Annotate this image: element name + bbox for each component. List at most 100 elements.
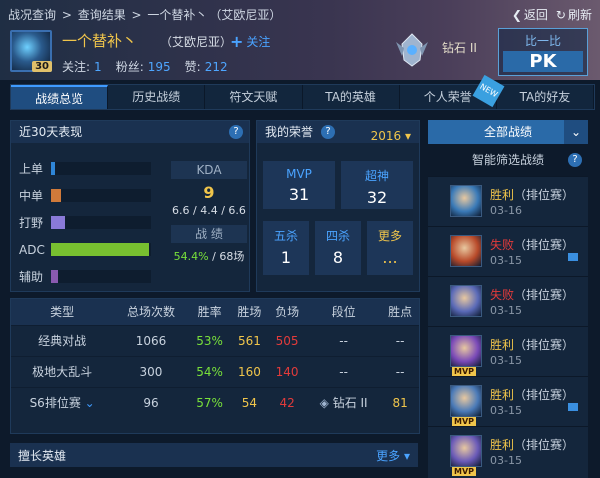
- role-bar: [51, 270, 151, 283]
- match-item[interactable]: MVP 胜利（排位赛） 03-15: [428, 326, 588, 378]
- recent-performance-panel: 近30天表现 ? 上单 中单 打野 ADC 辅助 KDA 9 6.6 / 4.4 / 6…: [10, 120, 250, 292]
- role-bar-fill: [51, 216, 65, 229]
- match-item[interactable]: 失败（排位赛） 03-15: [428, 226, 588, 278]
- role-bar-fill: [51, 162, 55, 175]
- match-date: 03-15: [490, 404, 522, 417]
- match-result: 胜利: [490, 338, 515, 352]
- panel-title: 我的荣誉: [265, 125, 314, 139]
- match-date: 03-15: [490, 304, 522, 317]
- table-row: 经典对战 1066 53% 561 505 -- --: [11, 324, 419, 356]
- plus-icon: +: [230, 32, 244, 51]
- role-bar: [51, 243, 151, 256]
- match-mode: （排位赛）: [514, 288, 575, 302]
- help-icon[interactable]: ?: [321, 125, 335, 139]
- match-date: 03-15: [490, 354, 522, 367]
- breadcrumb-item[interactable]: 战况查询: [8, 8, 56, 22]
- rank-mini-icon: ◈: [319, 396, 329, 411]
- best-heroes-title: 擅长英雄: [18, 449, 67, 463]
- match-result: 胜利: [490, 438, 515, 452]
- role-bar-fill: [51, 189, 61, 202]
- role-name: 打野: [19, 216, 44, 230]
- match-item[interactable]: 胜利（排位赛） 03-16: [428, 176, 588, 228]
- honor-more[interactable]: 更多 ...: [367, 221, 413, 275]
- rank-emblem-icon: [396, 33, 428, 67]
- champion-icon: [450, 185, 482, 217]
- profile-tabs: 战绩总览 历史战绩 符文天赋 TA的英雄 个人荣誉 NEW TA的好友: [10, 74, 595, 110]
- role-bar-fill: [51, 243, 149, 256]
- tab-overview[interactable]: 战绩总览: [11, 85, 109, 109]
- smart-filter[interactable]: 智能筛选战绩 ?: [428, 148, 588, 172]
- fans-count: 195: [147, 60, 171, 74]
- honors-panel: 我的荣誉 ? 2016 ▾ MVP 31 超神 32 五杀 1 四杀 8 更多 …: [256, 120, 420, 292]
- games-count: / 68场: [212, 250, 245, 263]
- match-item[interactable]: 失败（排位赛） 03-15: [428, 276, 588, 328]
- champion-icon: [450, 435, 482, 467]
- match-mode: （排位赛）: [514, 388, 575, 402]
- tab-heroes[interactable]: TA的英雄: [303, 85, 400, 109]
- profile-header: 战况查询 > 查询结果 > 一个替补丶 （艾欧尼亚） ❮ 返回 ↻ 刷新 30 一…: [0, 0, 600, 80]
- honor-legendary[interactable]: 超神 32: [341, 161, 413, 209]
- honor-pentakill[interactable]: 五杀 1: [263, 221, 309, 275]
- chevron-down-icon[interactable]: ⌄: [564, 120, 588, 144]
- champion-icon: [450, 385, 482, 417]
- table-row: 极地大乱斗 300 54% 160 140 -- --: [11, 355, 419, 387]
- champion-icon: [450, 285, 482, 317]
- pk-button[interactable]: 比一比 PK: [498, 28, 588, 76]
- match-item[interactable]: MVP 胜利（排位赛） 03-15: [428, 426, 588, 478]
- back-button[interactable]: ❮ 返回: [512, 6, 548, 23]
- match-mode: （排位赛）: [514, 238, 575, 252]
- col-header: 总场次数: [113, 299, 189, 325]
- chevron-down-icon[interactable]: ⌄: [85, 396, 95, 410]
- tab-runes[interactable]: 符文天赋: [205, 85, 303, 109]
- match-date: 03-16: [490, 204, 522, 217]
- tab-honors[interactable]: 个人荣誉 NEW: [400, 74, 505, 109]
- role-row: 打野: [19, 209, 151, 236]
- role-bar: [51, 189, 151, 202]
- stats-table: 类型 总场次数 胜率 胜场 负场 段位 胜点 经典对战 1066 53% 561…: [11, 299, 419, 418]
- likes-count: 212: [204, 60, 228, 74]
- best-heroes-bar: 擅长英雄 更多 ▾: [10, 443, 418, 467]
- refresh-icon: ↻: [555, 7, 566, 22]
- panel-title: 近30天表现: [19, 125, 83, 139]
- level-badge: 30: [32, 61, 52, 72]
- year-select[interactable]: 2016 ▾: [371, 125, 411, 147]
- kda-value: 9: [203, 183, 215, 202]
- match-mode: （排位赛）: [514, 438, 575, 452]
- tab-history[interactable]: 历史战绩: [108, 85, 206, 109]
- help-icon[interactable]: ?: [568, 153, 582, 167]
- match-mode: （排位赛）: [514, 338, 575, 352]
- match-mode: （排位赛）: [514, 188, 575, 202]
- breadcrumb-item[interactable]: 查询结果: [78, 8, 126, 22]
- role-name: ADC: [19, 242, 45, 257]
- refresh-button[interactable]: ↻ 刷新: [556, 6, 592, 23]
- honor-mvp[interactable]: MVP 31: [263, 161, 335, 209]
- follow-button[interactable]: + 关注: [230, 32, 270, 51]
- help-icon[interactable]: ?: [229, 125, 243, 139]
- col-header: 负场: [268, 299, 306, 325]
- video-icon[interactable]: [568, 253, 578, 261]
- back-icon: ❮: [511, 7, 522, 22]
- more-link[interactable]: 更多 ▾: [376, 447, 410, 464]
- role-row: 上单: [19, 155, 151, 182]
- tab-friends[interactable]: TA的好友: [497, 85, 595, 109]
- champion-icon: [450, 235, 482, 267]
- match-item[interactable]: MVP 胜利（排位赛） 03-15: [428, 376, 588, 428]
- honor-quadrakill[interactable]: 四杀 8: [315, 221, 361, 275]
- winrate: 54.4%: [173, 250, 209, 263]
- col-header: 类型: [11, 299, 114, 325]
- col-header: 胜率: [188, 299, 231, 325]
- video-icon[interactable]: [568, 403, 578, 411]
- match-result: 胜利: [490, 188, 515, 202]
- table-row: S6排位赛 ⌄ 96 57% 54 42 ◈ 钻石 II 81: [11, 386, 419, 418]
- rank-name: 钻石 II: [442, 41, 477, 55]
- role-row: ADC: [19, 236, 151, 263]
- match-result: 失败: [490, 238, 515, 252]
- match-date: 03-15: [490, 454, 522, 467]
- col-header: 段位: [305, 299, 382, 325]
- role-row: 辅助: [19, 263, 151, 290]
- match-date: 03-15: [490, 254, 522, 267]
- server-name: （艾欧尼亚）: [160, 35, 233, 49]
- match-result: 胜利: [490, 388, 515, 402]
- avatar[interactable]: 30: [10, 30, 52, 72]
- role-bar-fill: [51, 270, 58, 283]
